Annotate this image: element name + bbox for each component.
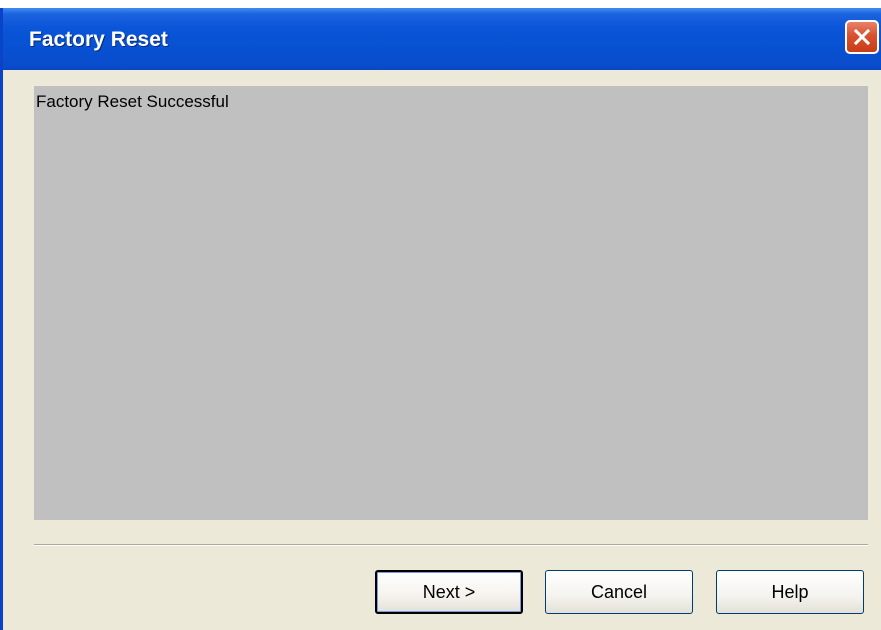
- button-separator: [34, 544, 868, 546]
- title-bar[interactable]: Factory Reset: [3, 8, 881, 70]
- content-panel: Factory Reset Successful: [34, 86, 868, 520]
- close-icon: [854, 29, 870, 45]
- help-button[interactable]: Help: [716, 570, 864, 614]
- factory-reset-dialog: Factory Reset Factory Reset Successful N…: [0, 8, 881, 630]
- status-message: Factory Reset Successful: [36, 92, 229, 111]
- next-button[interactable]: Next >: [375, 570, 523, 614]
- close-button[interactable]: [845, 20, 879, 54]
- cancel-button[interactable]: Cancel: [545, 570, 693, 614]
- window-title: Factory Reset: [29, 28, 168, 51]
